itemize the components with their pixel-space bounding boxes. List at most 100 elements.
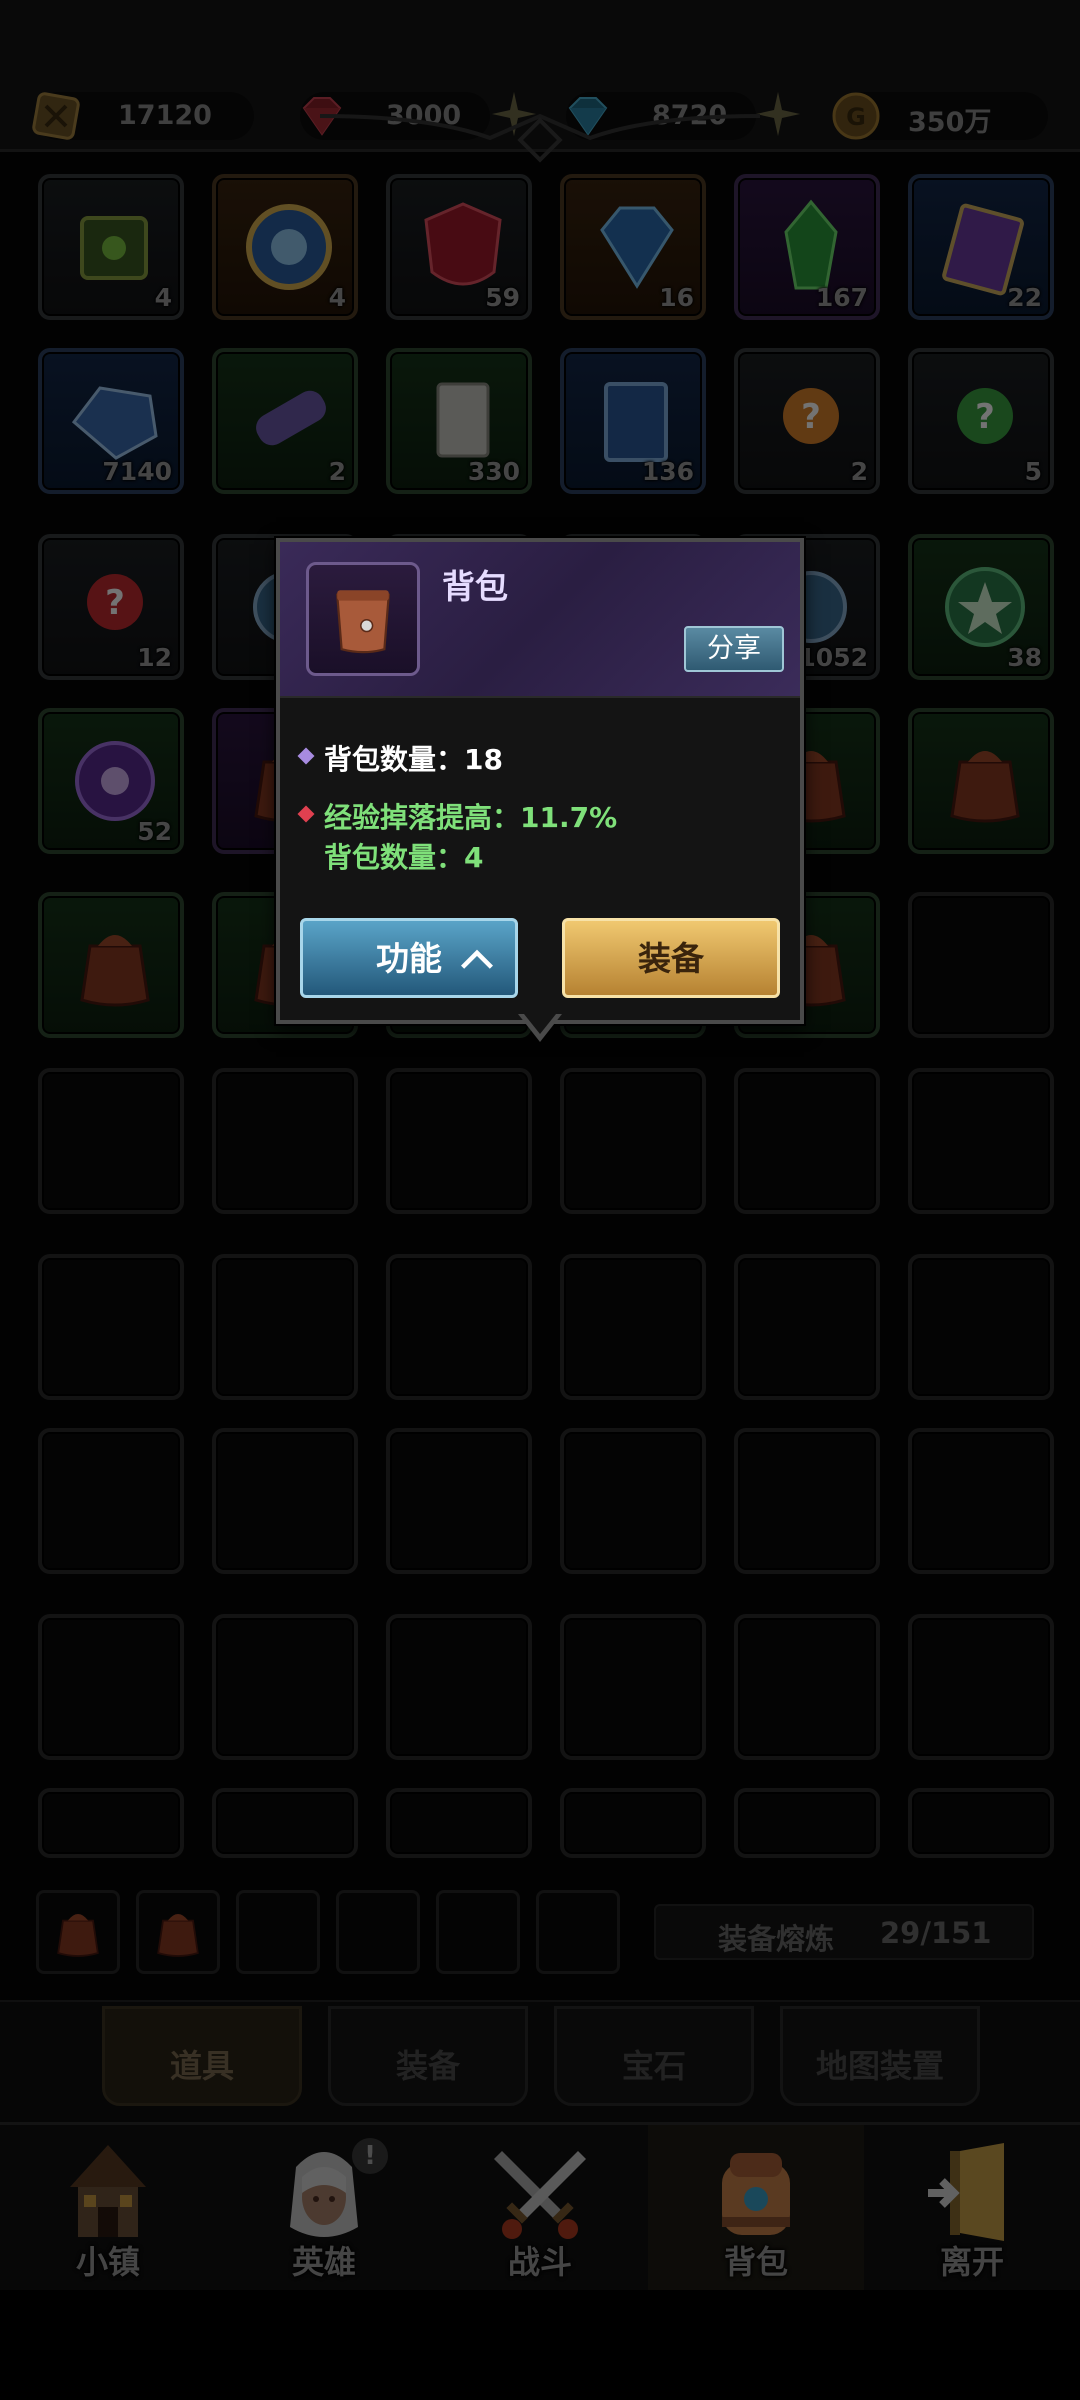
empty-inventory-slot[interactable]: [908, 892, 1054, 1038]
empty-inventory-slot[interactable]: [734, 1614, 880, 1760]
empty-inventory-slot[interactable]: [560, 1254, 706, 1400]
empty-inventory-slot[interactable]: [38, 1254, 184, 1400]
inventory-slot[interactable]: 2: [212, 348, 358, 494]
empty-inventory-slot[interactable]: [908, 1614, 1054, 1760]
empty-inventory-slot[interactable]: [560, 1788, 706, 1858]
bag-capacity-stat: 背包数量：18: [324, 743, 503, 776]
inventory-slot[interactable]: 4: [212, 174, 358, 320]
inventory-slot[interactable]: [38, 892, 184, 1038]
equipment-smelt-button[interactable]: 装备熔炼 29/151: [654, 1904, 1034, 1960]
green-cube-icon: [80, 216, 148, 280]
item-quantity: 52: [137, 817, 172, 846]
nav-label: 小镇: [75, 2243, 140, 2281]
equipped-bag-slot[interactable]: [36, 1890, 120, 1974]
currency-value: 350万: [908, 107, 992, 138]
empty-inventory-slot[interactable]: [38, 1788, 184, 1858]
inventory-slot[interactable]: 52: [38, 708, 184, 854]
empty-inventory-slot[interactable]: [212, 1428, 358, 1574]
tab-map-devices[interactable]: 地图装置: [780, 2006, 980, 2106]
popup-header: 背包 分享: [280, 542, 800, 698]
item-quantity: 2: [850, 457, 868, 486]
currency-value: 17120: [118, 100, 212, 131]
nav-backpack[interactable]: 背包: [648, 2125, 864, 2293]
bag-icon: [80, 935, 150, 1007]
inventory-slot[interactable]: 22: [908, 174, 1054, 320]
purple-scroll-icon: [256, 390, 326, 446]
equipped-bag-slot[interactable]: [136, 1890, 220, 1974]
svg-text:?: ?: [105, 583, 125, 623]
crossed-swords-icon: [494, 2151, 586, 2239]
svg-text:?: ?: [975, 397, 995, 437]
empty-inventory-slot[interactable]: [560, 1428, 706, 1574]
empty-inventory-slot[interactable]: [386, 1428, 532, 1574]
empty-bag-slot[interactable]: [236, 1890, 320, 1974]
empty-inventory-slot[interactable]: [38, 1428, 184, 1574]
popup-title: 背包: [442, 567, 508, 606]
tab-equipment[interactable]: 装备: [328, 2006, 528, 2106]
empty-inventory-slot[interactable]: [734, 1068, 880, 1214]
tab-gems[interactable]: 宝石: [554, 2006, 754, 2106]
empty-bag-slot[interactable]: [436, 1890, 520, 1974]
blue-gear-orb-icon: [246, 204, 332, 290]
inventory-slot[interactable]: 330: [386, 348, 532, 494]
empty-inventory-slot[interactable]: [212, 1614, 358, 1760]
tab-items[interactable]: 道具: [102, 2006, 302, 2106]
equip-button[interactable]: 装备: [562, 918, 780, 998]
empty-inventory-slot[interactable]: [734, 1788, 880, 1858]
item-quantity: 16: [659, 283, 694, 312]
inventory-slot[interactable]: ? 12: [38, 534, 184, 680]
empty-inventory-slot[interactable]: [386, 1614, 532, 1760]
empty-inventory-slot[interactable]: [386, 1254, 532, 1400]
tab-label: 宝石: [621, 2047, 686, 2085]
nav-hero[interactable]: 英雄: [216, 2125, 432, 2293]
exp-drop-bonus: 经验掉落提高：11.7%: [324, 801, 618, 834]
empty-inventory-slot[interactable]: [212, 1788, 358, 1858]
green-mystery-icon: ?: [957, 388, 1013, 444]
coin-icon: G: [832, 92, 880, 140]
currency-gold: 17120: [32, 92, 254, 140]
empty-inventory-slot[interactable]: [908, 1254, 1054, 1400]
gold-chest-icon: [32, 92, 80, 140]
nav-exit[interactable]: 离开: [864, 2125, 1080, 2293]
currency-bar: 17120 3000 8720 G 350万: [0, 0, 1080, 163]
empty-inventory-slot[interactable]: [908, 1068, 1054, 1214]
inventory-slot[interactable]: 4: [38, 174, 184, 320]
empty-inventory-slot[interactable]: [386, 1068, 532, 1214]
hero-alert-badge: !: [352, 2138, 388, 2174]
inventory-slot[interactable]: 7140: [38, 348, 184, 494]
item-detail-popup: 背包 分享 背包数量：18 经验掉落提高：11.7% 背包数量：4 功能 装备: [276, 538, 804, 1024]
item-quantity: 38: [1007, 643, 1042, 672]
empty-inventory-slot[interactable]: [734, 1428, 880, 1574]
empty-inventory-slot[interactable]: [386, 1788, 532, 1858]
empty-inventory-slot[interactable]: [734, 1254, 880, 1400]
inventory-slot[interactable]: ? 2: [734, 348, 880, 494]
empty-inventory-slot[interactable]: [38, 1068, 184, 1214]
nav-label: 战斗: [507, 2243, 572, 2281]
empty-bag-slot[interactable]: [536, 1890, 620, 1974]
nav-battle[interactable]: 战斗: [432, 2125, 648, 2293]
item-quantity: 5: [1024, 457, 1042, 486]
inventory-slot[interactable]: 38: [908, 534, 1054, 680]
empty-inventory-slot[interactable]: [212, 1254, 358, 1400]
empty-bag-slot[interactable]: [336, 1890, 420, 1974]
inventory-slot[interactable]: 16: [560, 174, 706, 320]
empty-inventory-slot[interactable]: [560, 1614, 706, 1760]
share-button[interactable]: 分享: [684, 626, 784, 672]
inventory-slot[interactable]: [908, 708, 1054, 854]
inventory-slot[interactable]: ? 5: [908, 348, 1054, 494]
empty-inventory-slot[interactable]: [908, 1788, 1054, 1858]
item-quantity: 22: [1007, 283, 1042, 312]
inventory-slot[interactable]: 136: [560, 348, 706, 494]
nav-town[interactable]: 小镇: [0, 2125, 216, 2293]
empty-inventory-slot[interactable]: [212, 1068, 358, 1214]
inventory-slot[interactable]: 59: [386, 174, 532, 320]
currency-coin: G 350万: [832, 92, 1048, 140]
tab-label: 装备: [395, 2047, 460, 2085]
function-menu-button[interactable]: 功能: [300, 918, 518, 998]
inventory-slot[interactable]: 167: [734, 174, 880, 320]
empty-inventory-slot[interactable]: [908, 1428, 1054, 1574]
empty-inventory-slot[interactable]: [560, 1068, 706, 1214]
popup-pointer-icon: [518, 1014, 562, 1042]
empty-inventory-slot[interactable]: [38, 1614, 184, 1760]
smelt-label: 装备熔炼: [718, 1922, 835, 1956]
